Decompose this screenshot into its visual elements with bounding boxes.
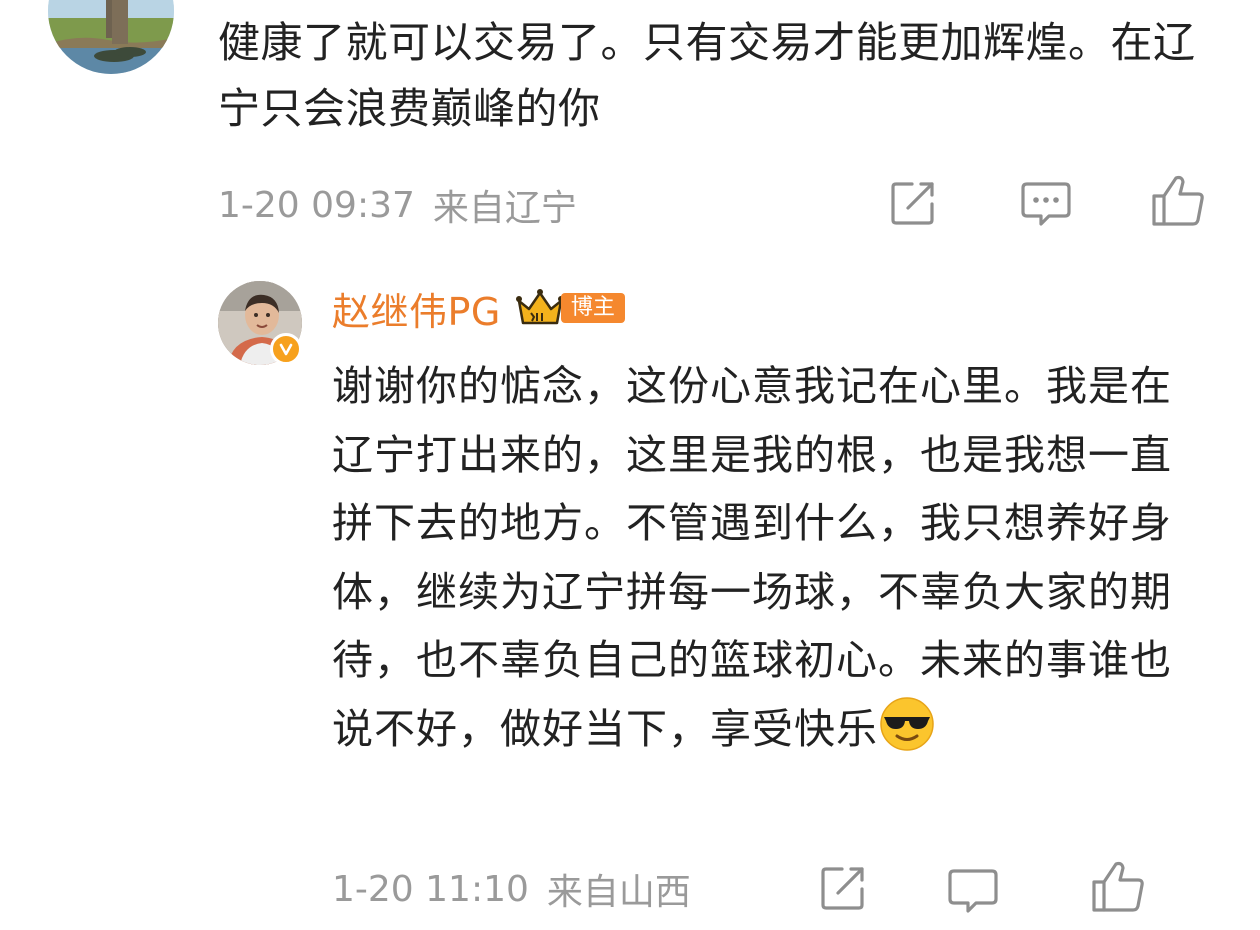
blogger-badge: 博主	[560, 293, 625, 323]
comment-location: 来自辽宁	[432, 188, 577, 229]
reply-location: 来自山西	[546, 872, 691, 913]
reply-time: 1-20 11:10	[332, 868, 529, 910]
share-icon[interactable]	[815, 860, 871, 916]
author-name[interactable]: 赵继伟PG	[332, 281, 501, 336]
like-icon[interactable]	[1090, 858, 1146, 914]
comment-text: 健康了就可以交易了。只有交易才能更加辉煌。在辽宁只会浪费巅峰的你	[218, 18, 1196, 133]
share-icon[interactable]	[885, 175, 941, 231]
reply-text: 谢谢你的惦念，这份心意我记在心里。我是在辽宁打出来的，这里是我的根，也是我想一直…	[332, 362, 1172, 753]
reply-meta: 1-20 11:10 来自山西	[332, 864, 691, 914]
author-name-row: 赵继伟PG 博主	[332, 282, 625, 334]
like-icon[interactable]	[1150, 172, 1206, 228]
sunglasses-emoji-icon	[880, 696, 934, 751]
commenter-avatar[interactable]	[48, 0, 174, 74]
crown-level-icon	[515, 289, 564, 325]
comment-icon[interactable]	[1018, 175, 1074, 231]
verified-badge-icon	[270, 333, 302, 365]
comment-icon[interactable]	[945, 862, 1001, 918]
reply-text-block: 谢谢你的惦念，这份心意我记在心里。我是在辽宁打出来的，这里是我的根，也是我想一直…	[332, 352, 1212, 763]
comment-meta: 1-20 09:37 来自辽宁	[218, 180, 577, 230]
comment-time: 1-20 09:37	[218, 184, 415, 226]
